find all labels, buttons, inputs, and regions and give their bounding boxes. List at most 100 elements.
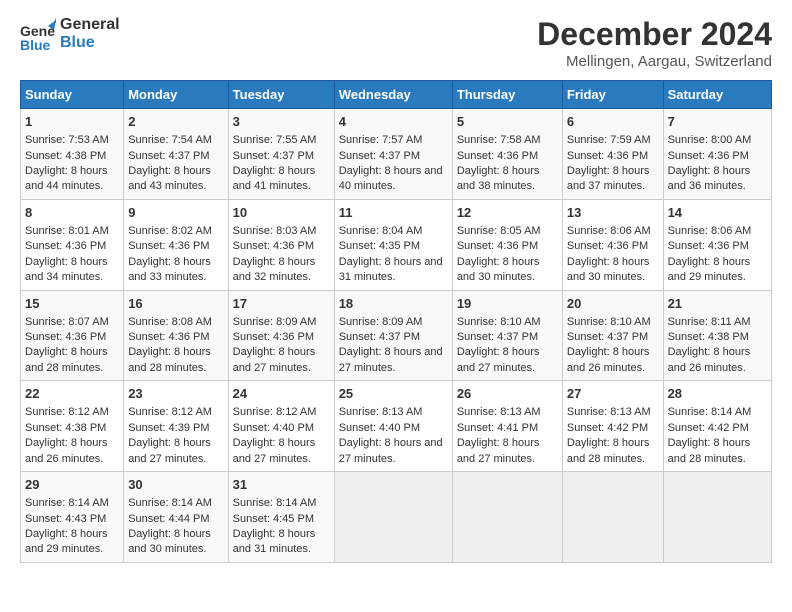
sunrise-text: Sunrise: 7:59 AM — [567, 133, 659, 148]
daylight-text: Daylight: 8 hours and 32 minutes. — [233, 255, 330, 286]
day-number: 6 — [567, 113, 659, 131]
week-row-1: 1Sunrise: 7:53 AMSunset: 4:38 PMDaylight… — [21, 109, 772, 200]
daylight-text: Daylight: 8 hours and 30 minutes. — [457, 255, 558, 286]
sunrise-text: Sunrise: 8:13 AM — [339, 405, 448, 420]
calendar-cell: 25Sunrise: 8:13 AMSunset: 4:40 PMDayligh… — [334, 381, 452, 472]
calendar-cell: 10Sunrise: 8:03 AMSunset: 4:36 PMDayligh… — [228, 199, 334, 290]
sunset-text: Sunset: 4:37 PM — [128, 149, 223, 164]
sunrise-text: Sunrise: 8:05 AM — [457, 224, 558, 239]
day-number: 11 — [339, 204, 448, 222]
sunrise-text: Sunrise: 8:14 AM — [25, 496, 119, 511]
col-header-tuesday: Tuesday — [228, 81, 334, 109]
day-number: 13 — [567, 204, 659, 222]
calendar-cell: 21Sunrise: 8:11 AMSunset: 4:38 PMDayligh… — [663, 290, 771, 381]
day-number: 15 — [25, 295, 119, 313]
sunrise-text: Sunrise: 8:00 AM — [668, 133, 767, 148]
daylight-text: Daylight: 8 hours and 40 minutes. — [339, 164, 448, 195]
page: General Blue General Blue December 2024 … — [0, 0, 792, 573]
sunrise-text: Sunrise: 8:09 AM — [233, 315, 330, 330]
day-number: 23 — [128, 385, 223, 403]
calendar-cell: 27Sunrise: 8:13 AMSunset: 4:42 PMDayligh… — [562, 381, 663, 472]
sunset-text: Sunset: 4:38 PM — [25, 421, 119, 436]
daylight-text: Daylight: 8 hours and 27 minutes. — [457, 436, 558, 467]
header: General Blue General Blue December 2024 … — [20, 16, 772, 70]
calendar-cell: 14Sunrise: 8:06 AMSunset: 4:36 PMDayligh… — [663, 199, 771, 290]
sunset-text: Sunset: 4:38 PM — [668, 330, 767, 345]
sunset-text: Sunset: 4:42 PM — [567, 421, 659, 436]
col-header-wednesday: Wednesday — [334, 81, 452, 109]
day-number: 28 — [668, 385, 767, 403]
sunrise-text: Sunrise: 8:06 AM — [668, 224, 767, 239]
day-number: 1 — [25, 113, 119, 131]
calendar-cell: 11Sunrise: 8:04 AMSunset: 4:35 PMDayligh… — [334, 199, 452, 290]
svg-text:Blue: Blue — [20, 37, 51, 52]
calendar-cell — [562, 472, 663, 563]
col-header-saturday: Saturday — [663, 81, 771, 109]
calendar-cell: 23Sunrise: 8:12 AMSunset: 4:39 PMDayligh… — [124, 381, 228, 472]
daylight-text: Daylight: 8 hours and 30 minutes. — [567, 255, 659, 286]
week-row-2: 8Sunrise: 8:01 AMSunset: 4:36 PMDaylight… — [21, 199, 772, 290]
sunrise-text: Sunrise: 8:08 AM — [128, 315, 223, 330]
col-header-monday: Monday — [124, 81, 228, 109]
sunset-text: Sunset: 4:36 PM — [128, 239, 223, 254]
calendar-cell: 24Sunrise: 8:12 AMSunset: 4:40 PMDayligh… — [228, 381, 334, 472]
daylight-text: Daylight: 8 hours and 28 minutes. — [668, 436, 767, 467]
sunset-text: Sunset: 4:36 PM — [25, 330, 119, 345]
daylight-text: Daylight: 8 hours and 27 minutes. — [233, 436, 330, 467]
sunset-text: Sunset: 4:39 PM — [128, 421, 223, 436]
sunrise-text: Sunrise: 8:04 AM — [339, 224, 448, 239]
calendar-cell: 9Sunrise: 8:02 AMSunset: 4:36 PMDaylight… — [124, 199, 228, 290]
calendar-cell: 28 Sunrise: 8:14 AMSunset: 4:42 PMDayligh… — [663, 381, 771, 472]
day-number: 19 — [457, 295, 558, 313]
day-number: 24 — [233, 385, 330, 403]
day-number: 14 — [668, 204, 767, 222]
calendar-cell: 31Sunrise: 8:14 AMSunset: 4:45 PMDayligh… — [228, 472, 334, 563]
calendar-cell: 4Sunrise: 7:57 AMSunset: 4:37 PMDaylight… — [334, 109, 452, 200]
sunset-text: Sunset: 4:36 PM — [233, 239, 330, 254]
calendar-cell: 30Sunrise: 8:14 AMSunset: 4:44 PMDayligh… — [124, 472, 228, 563]
calendar-cell: 5Sunrise: 7:58 AMSunset: 4:36 PMDaylight… — [452, 109, 562, 200]
sunset-text: Sunset: 4:37 PM — [339, 149, 448, 164]
sunrise-text: Sunrise: 8:14 AM — [233, 496, 330, 511]
sunrise-text: Sunrise: 8:02 AM — [128, 224, 223, 239]
sunset-text: Sunset: 4:36 PM — [457, 149, 558, 164]
daylight-text: Daylight: 8 hours and 37 minutes. — [567, 164, 659, 195]
sunrise-text: Sunrise: 7:53 AM — [25, 133, 119, 148]
calendar-table: SundayMondayTuesdayWednesdayThursdayFrid… — [20, 80, 772, 563]
calendar-cell: 26Sunrise: 8:13 AMSunset: 4:41 PMDayligh… — [452, 381, 562, 472]
daylight-text: Daylight: 8 hours and 26 minutes. — [25, 436, 119, 467]
calendar-cell: 12Sunrise: 8:05 AMSunset: 4:36 PMDayligh… — [452, 199, 562, 290]
sunrise-text: Sunrise: 8:13 AM — [457, 405, 558, 420]
calendar-cell: 8Sunrise: 8:01 AMSunset: 4:36 PMDaylight… — [21, 199, 124, 290]
daylight-text: Daylight: 8 hours and 26 minutes. — [567, 345, 659, 376]
calendar-cell: 20Sunrise: 8:10 AMSunset: 4:37 PMDayligh… — [562, 290, 663, 381]
calendar-cell: 19Sunrise: 8:10 AMSunset: 4:37 PMDayligh… — [452, 290, 562, 381]
daylight-text: Daylight: 8 hours and 33 minutes. — [128, 255, 223, 286]
day-number: 21 — [668, 295, 767, 313]
daylight-text: Daylight: 8 hours and 31 minutes. — [233, 527, 330, 558]
sunset-text: Sunset: 4:42 PM — [668, 421, 767, 436]
subtitle: Mellingen, Aargau, Switzerland — [537, 53, 772, 70]
day-number: 29 — [25, 476, 119, 494]
sunrise-text: Sunrise: 8:12 AM — [233, 405, 330, 420]
day-number: 8 — [25, 204, 119, 222]
calendar-cell: 22Sunrise: 8:12 AMSunset: 4:38 PMDayligh… — [21, 381, 124, 472]
calendar-cell: 29Sunrise: 8:14 AMSunset: 4:43 PMDayligh… — [21, 472, 124, 563]
daylight-text: Daylight: 8 hours and 44 minutes. — [25, 164, 119, 195]
daylight-text: Daylight: 8 hours and 28 minutes. — [25, 345, 119, 376]
sunrise-text: Sunrise: 8:14 AM — [668, 405, 767, 420]
logo-icon: General Blue — [20, 16, 56, 52]
logo-general: General — [60, 16, 120, 34]
week-row-4: 22Sunrise: 8:12 AMSunset: 4:38 PMDayligh… — [21, 381, 772, 472]
sunset-text: Sunset: 4:37 PM — [567, 330, 659, 345]
calendar-cell: 1Sunrise: 7:53 AMSunset: 4:38 PMDaylight… — [21, 109, 124, 200]
daylight-text: Daylight: 8 hours and 29 minutes. — [668, 255, 767, 286]
daylight-text: Daylight: 8 hours and 27 minutes. — [233, 345, 330, 376]
sunset-text: Sunset: 4:37 PM — [457, 330, 558, 345]
sunset-text: Sunset: 4:36 PM — [233, 330, 330, 345]
daylight-text: Daylight: 8 hours and 30 minutes. — [128, 527, 223, 558]
day-number: 27 — [567, 385, 659, 403]
day-number: 18 — [339, 295, 448, 313]
calendar-cell: 17Sunrise: 8:09 AMSunset: 4:36 PMDayligh… — [228, 290, 334, 381]
sunset-text: Sunset: 4:37 PM — [233, 149, 330, 164]
